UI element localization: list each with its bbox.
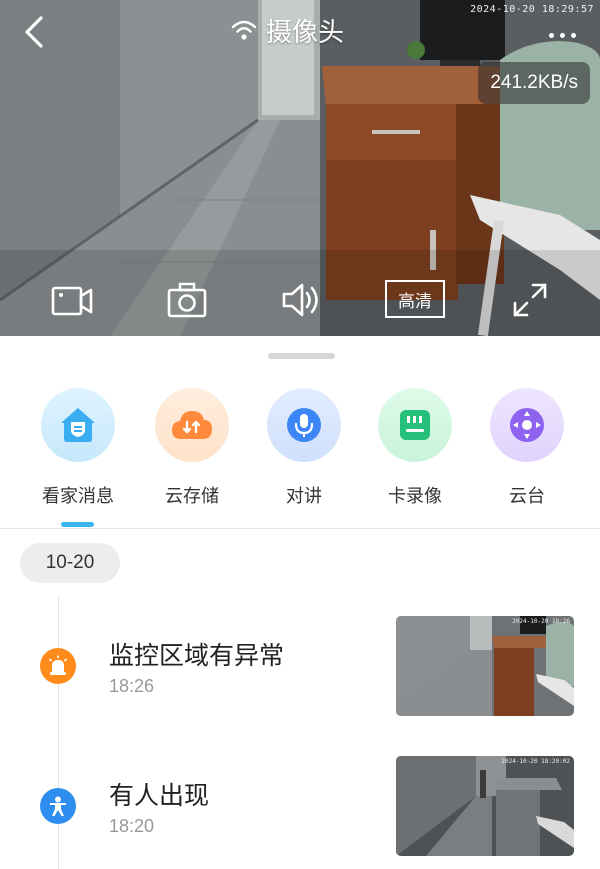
active-tab-indicator <box>61 522 94 527</box>
event-title: 监控区域有异常 <box>109 641 285 670</box>
date-filter-pill[interactable]: 10-20 <box>20 543 120 583</box>
device-title-group: 摄像头 <box>230 10 344 50</box>
live-video-view[interactable]: 2024-10-20 18:29:57 摄像头 241.2KB/s 高清 <box>0 0 600 336</box>
record-button[interactable] <box>44 272 100 328</box>
wifi-icon <box>231 20 257 40</box>
network-speed-badge: 241.2KB/s <box>478 62 590 104</box>
feature-label: 云存储 <box>165 486 219 507</box>
feature-cloud-storage[interactable]: 云存储 <box>136 388 248 513</box>
event-thumbnail[interactable]: 2024-10-20 18:26 <box>396 616 574 716</box>
more-dots-icon <box>546 23 579 42</box>
video-quality-button[interactable]: 高清 <box>385 280 445 318</box>
event-time: 18:26 <box>109 676 155 696</box>
video-record-icon <box>51 286 93 316</box>
feature-label: 云台 <box>509 486 545 507</box>
feature-ptz-control[interactable]: 云台 <box>471 388 583 513</box>
feature-sd-card-recording[interactable]: 卡录像 <box>359 388 471 513</box>
feature-label: 卡录像 <box>388 486 442 507</box>
thumbnail-timestamp: 2024-10-20 18:26 <box>512 618 570 625</box>
feature-shortcuts: 看家消息 云存储 对讲 卡录像 云台 <box>0 388 600 518</box>
fullscreen-button[interactable] <box>502 272 558 328</box>
event-item[interactable]: 有人出现 18:20 2024-10-20 18:20:02 <box>0 754 600 858</box>
person-icon <box>40 788 76 824</box>
event-snapshot-image <box>396 756 574 856</box>
fullscreen-icon <box>513 283 547 317</box>
feature-label: 看家消息 <box>42 486 114 507</box>
camera-snapshot-icon <box>167 282 207 318</box>
alarm-icon <box>40 648 76 684</box>
chevron-left-icon <box>25 16 43 48</box>
event-snapshot-image <box>396 616 574 716</box>
sd-card-icon <box>378 388 452 462</box>
feature-label: 对讲 <box>286 486 322 507</box>
feature-intercom[interactable]: 对讲 <box>248 388 360 513</box>
event-item[interactable]: 监控区域有异常 18:26 2024-10-20 18:26 <box>0 614 600 718</box>
event-thumbnail[interactable]: 2024-10-20 18:20:02 <box>396 756 574 856</box>
event-title: 有人出现 <box>109 781 210 810</box>
panel-drag-handle[interactable] <box>268 353 335 359</box>
video-controls-bar: 高清 <box>0 272 600 328</box>
speaker-icon <box>282 283 318 317</box>
feature-home-messages[interactable]: 看家消息 <box>22 388 134 513</box>
home-shield-icon <box>41 388 115 462</box>
sound-toggle-button[interactable] <box>273 272 329 328</box>
back-button[interactable] <box>14 12 54 52</box>
video-top-bar: 摄像头 <box>0 0 600 60</box>
event-time: 18:20 <box>109 816 155 836</box>
snapshot-button[interactable] <box>159 272 215 328</box>
section-divider <box>0 528 600 529</box>
thumbnail-timestamp: 2024-10-20 18:20:02 <box>501 758 570 765</box>
page-title: 摄像头 <box>266 17 345 48</box>
cloud-storage-icon <box>155 388 229 462</box>
ptz-direction-icon <box>490 388 564 462</box>
more-options-button[interactable] <box>542 18 582 46</box>
microphone-icon <box>267 388 341 462</box>
